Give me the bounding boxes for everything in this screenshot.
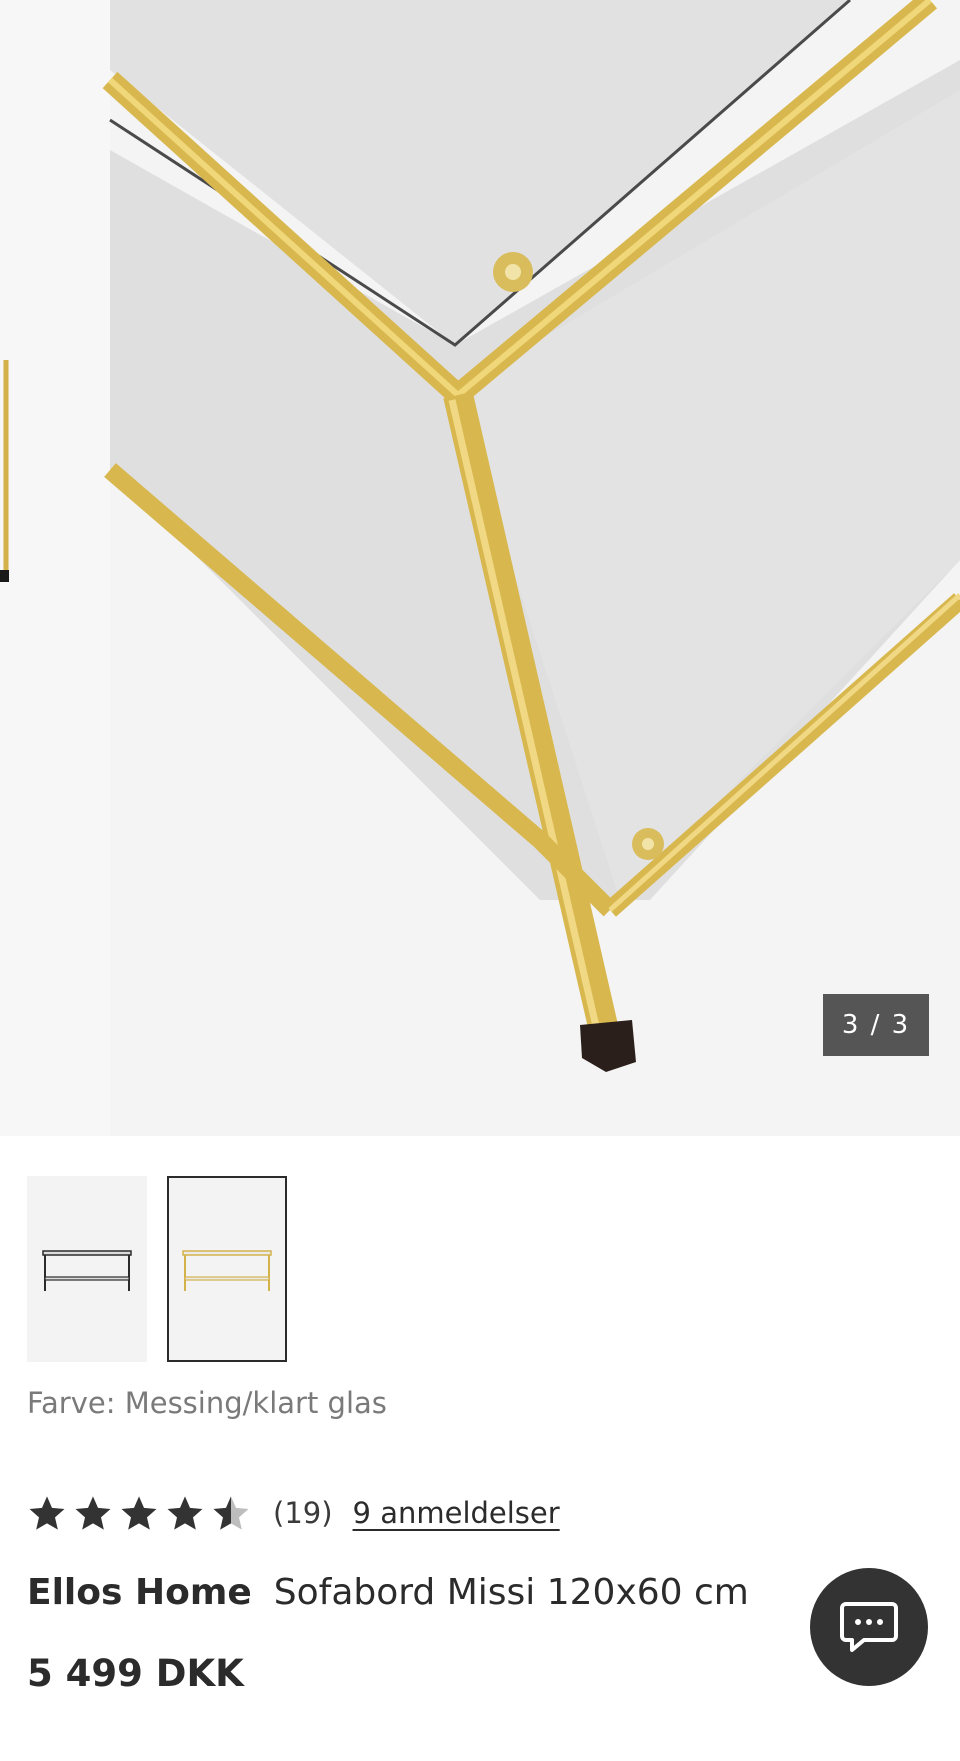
- product-photo: [0, 0, 960, 1136]
- star-full-icon: [75, 1496, 111, 1530]
- chat-button[interactable]: [810, 1568, 928, 1686]
- star-full-icon: [121, 1496, 157, 1530]
- coffee-table-icon: [182, 1250, 272, 1291]
- thumbnail-brass-frame[interactable]: [167, 1176, 287, 1362]
- color-label: Farve: Messing/klart glas: [27, 1386, 387, 1420]
- product-rating: (19) 9 anmeldelser: [27, 1490, 560, 1536]
- product-name: Sofabord Missi 120x60 cm: [273, 1572, 749, 1613]
- brand-name[interactable]: Ellos Home: [27, 1572, 252, 1613]
- star-full-icon: [167, 1496, 203, 1530]
- star-rating: [27, 1493, 251, 1533]
- coffee-table-icon: [42, 1250, 132, 1291]
- product-image-gallery[interactable]: 3 / 3: [0, 0, 960, 1136]
- thumbnail-strip: [27, 1176, 287, 1362]
- product-title: Ellos Home Sofabord Missi 120x60 cm: [27, 1572, 749, 1613]
- chat-bubble-icon: [840, 1602, 898, 1652]
- star-full-icon: [29, 1496, 65, 1530]
- image-counter: 3 / 3: [823, 994, 929, 1056]
- star-half-icon: [213, 1496, 249, 1530]
- reviews-link[interactable]: 9 anmeldelser: [353, 1496, 560, 1530]
- thumbnail-black-frame[interactable]: [27, 1176, 147, 1362]
- product-price: 5 499 DKK: [27, 1652, 244, 1695]
- rating-count: (19): [273, 1496, 333, 1530]
